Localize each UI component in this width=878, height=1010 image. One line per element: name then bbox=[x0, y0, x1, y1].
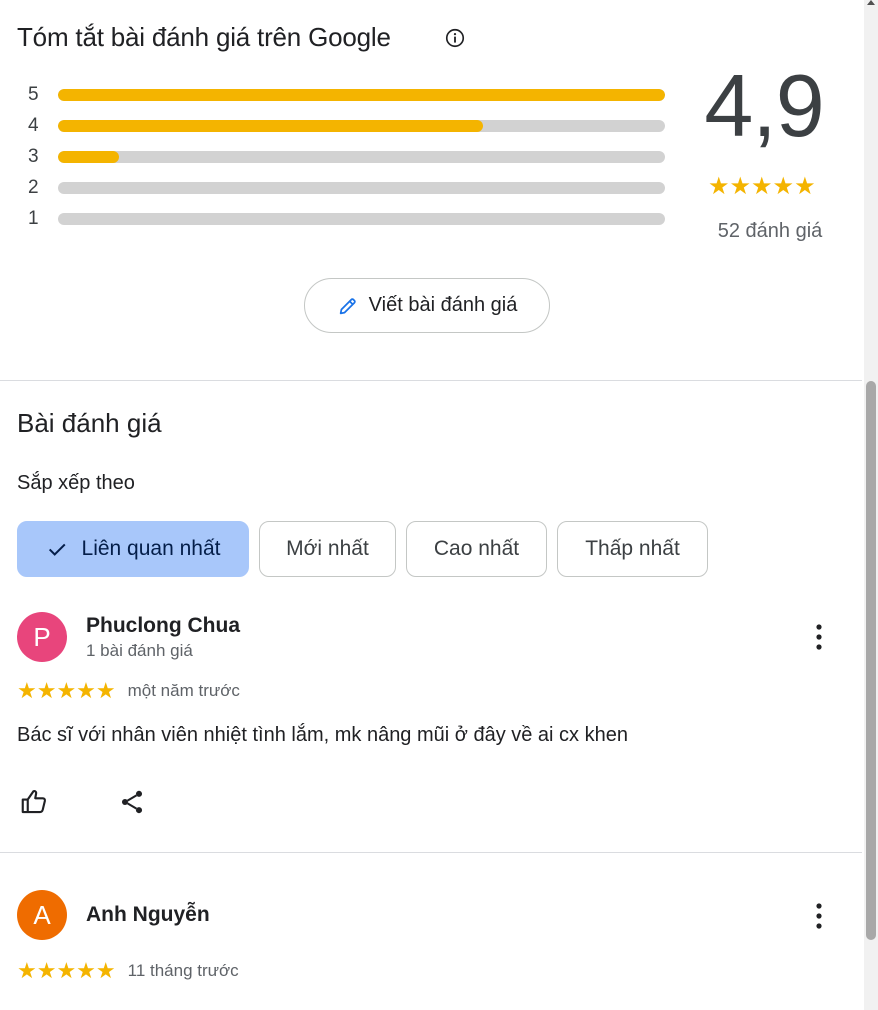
review-text: Bác sĩ với nhân viên nhiệt tình lắm, mk … bbox=[17, 724, 628, 746]
sort-chip-label: Cao nhất bbox=[433, 537, 520, 560]
rating-bar-label: 4 bbox=[28, 114, 39, 136]
scrollbar-thumb[interactable] bbox=[866, 381, 876, 940]
average-stars: ★★★★★ bbox=[708, 173, 816, 200]
sort-chip-label: Thấp nhất bbox=[585, 537, 680, 560]
more-options-button[interactable] bbox=[805, 900, 833, 932]
review-count: 52 đánh giá bbox=[717, 220, 823, 242]
sort-label: Sắp xếp theo bbox=[17, 472, 135, 494]
review-divider bbox=[0, 852, 862, 853]
review-stars: ★★★★★ bbox=[17, 958, 116, 983]
average-rating: 4,9 bbox=[704, 56, 824, 155]
rating-bar-fill bbox=[58, 88, 665, 101]
share-button[interactable] bbox=[115, 785, 149, 819]
thumb-up-icon bbox=[21, 790, 47, 814]
rating-bar-5: 5 bbox=[28, 79, 668, 110]
rating-bar-label: 1 bbox=[28, 207, 39, 229]
rating-bar-track bbox=[58, 150, 665, 163]
rating-bar-4: 4 bbox=[28, 110, 668, 141]
review-time: 11 tháng trước bbox=[127, 961, 239, 980]
rating-bar-label: 5 bbox=[28, 83, 39, 105]
rating-bar-2: 2 bbox=[28, 172, 668, 203]
review-author[interactable]: Anh Nguyễn bbox=[86, 903, 210, 927]
review-rating-row: ★★★★★ 11 tháng trước bbox=[17, 958, 239, 984]
review-time: một năm trước bbox=[127, 681, 240, 700]
rating-bar-1: 1 bbox=[28, 203, 668, 234]
rating-bar-3: 3 bbox=[28, 141, 668, 172]
more-vert-icon bbox=[816, 903, 822, 929]
more-vert-icon bbox=[816, 624, 822, 650]
pencil-icon bbox=[339, 297, 356, 314]
write-review-button[interactable]: Viết bài đánh giá bbox=[304, 278, 550, 333]
scroll-up-arrow-icon[interactable] bbox=[867, 0, 875, 5]
rating-bar-label: 3 bbox=[28, 145, 39, 167]
sort-chip-label: Mới nhất bbox=[286, 537, 369, 560]
rating-distribution: 5 4 3 2 1 bbox=[28, 79, 668, 234]
section-divider bbox=[0, 380, 862, 381]
rating-bar-track bbox=[58, 181, 665, 194]
avatar[interactable]: A bbox=[17, 890, 67, 940]
check-icon bbox=[48, 543, 66, 556]
review-rating-row: ★★★★★ một năm trước bbox=[17, 678, 240, 704]
like-button[interactable] bbox=[17, 785, 51, 819]
sort-chip-newest[interactable]: Mới nhất bbox=[259, 521, 396, 577]
more-options-button[interactable] bbox=[805, 621, 833, 653]
summary-title: Tóm tắt bài đánh giá trên Google bbox=[17, 22, 391, 52]
sort-chip-highest[interactable]: Cao nhất bbox=[406, 521, 547, 577]
avatar[interactable]: P bbox=[17, 612, 67, 662]
rating-bar-fill bbox=[58, 119, 483, 132]
sort-chip-relevant[interactable]: Liên quan nhất bbox=[17, 521, 249, 577]
write-review-label: Viết bài đánh giá bbox=[368, 294, 518, 316]
sort-chip-lowest[interactable]: Thấp nhất bbox=[557, 521, 708, 577]
reviews-title: Bài đánh giá bbox=[17, 408, 162, 438]
review-author[interactable]: Phuclong Chua bbox=[86, 614, 240, 638]
review-author-meta: 1 bài đánh giá bbox=[86, 641, 193, 660]
sort-chip-label: Liên quan nhất bbox=[81, 537, 221, 560]
rating-bar-track bbox=[58, 212, 665, 225]
rating-bar-label: 2 bbox=[28, 176, 39, 198]
sort-options: Liên quan nhất Mới nhất Cao nhất Thấp nh… bbox=[17, 521, 708, 577]
info-circle-icon[interactable] bbox=[444, 27, 466, 49]
rating-bar-track bbox=[58, 119, 665, 132]
share-icon bbox=[121, 790, 143, 814]
rating-bar-track bbox=[58, 88, 665, 101]
review-stars: ★★★★★ bbox=[17, 678, 116, 703]
rating-bar-fill bbox=[58, 150, 119, 163]
